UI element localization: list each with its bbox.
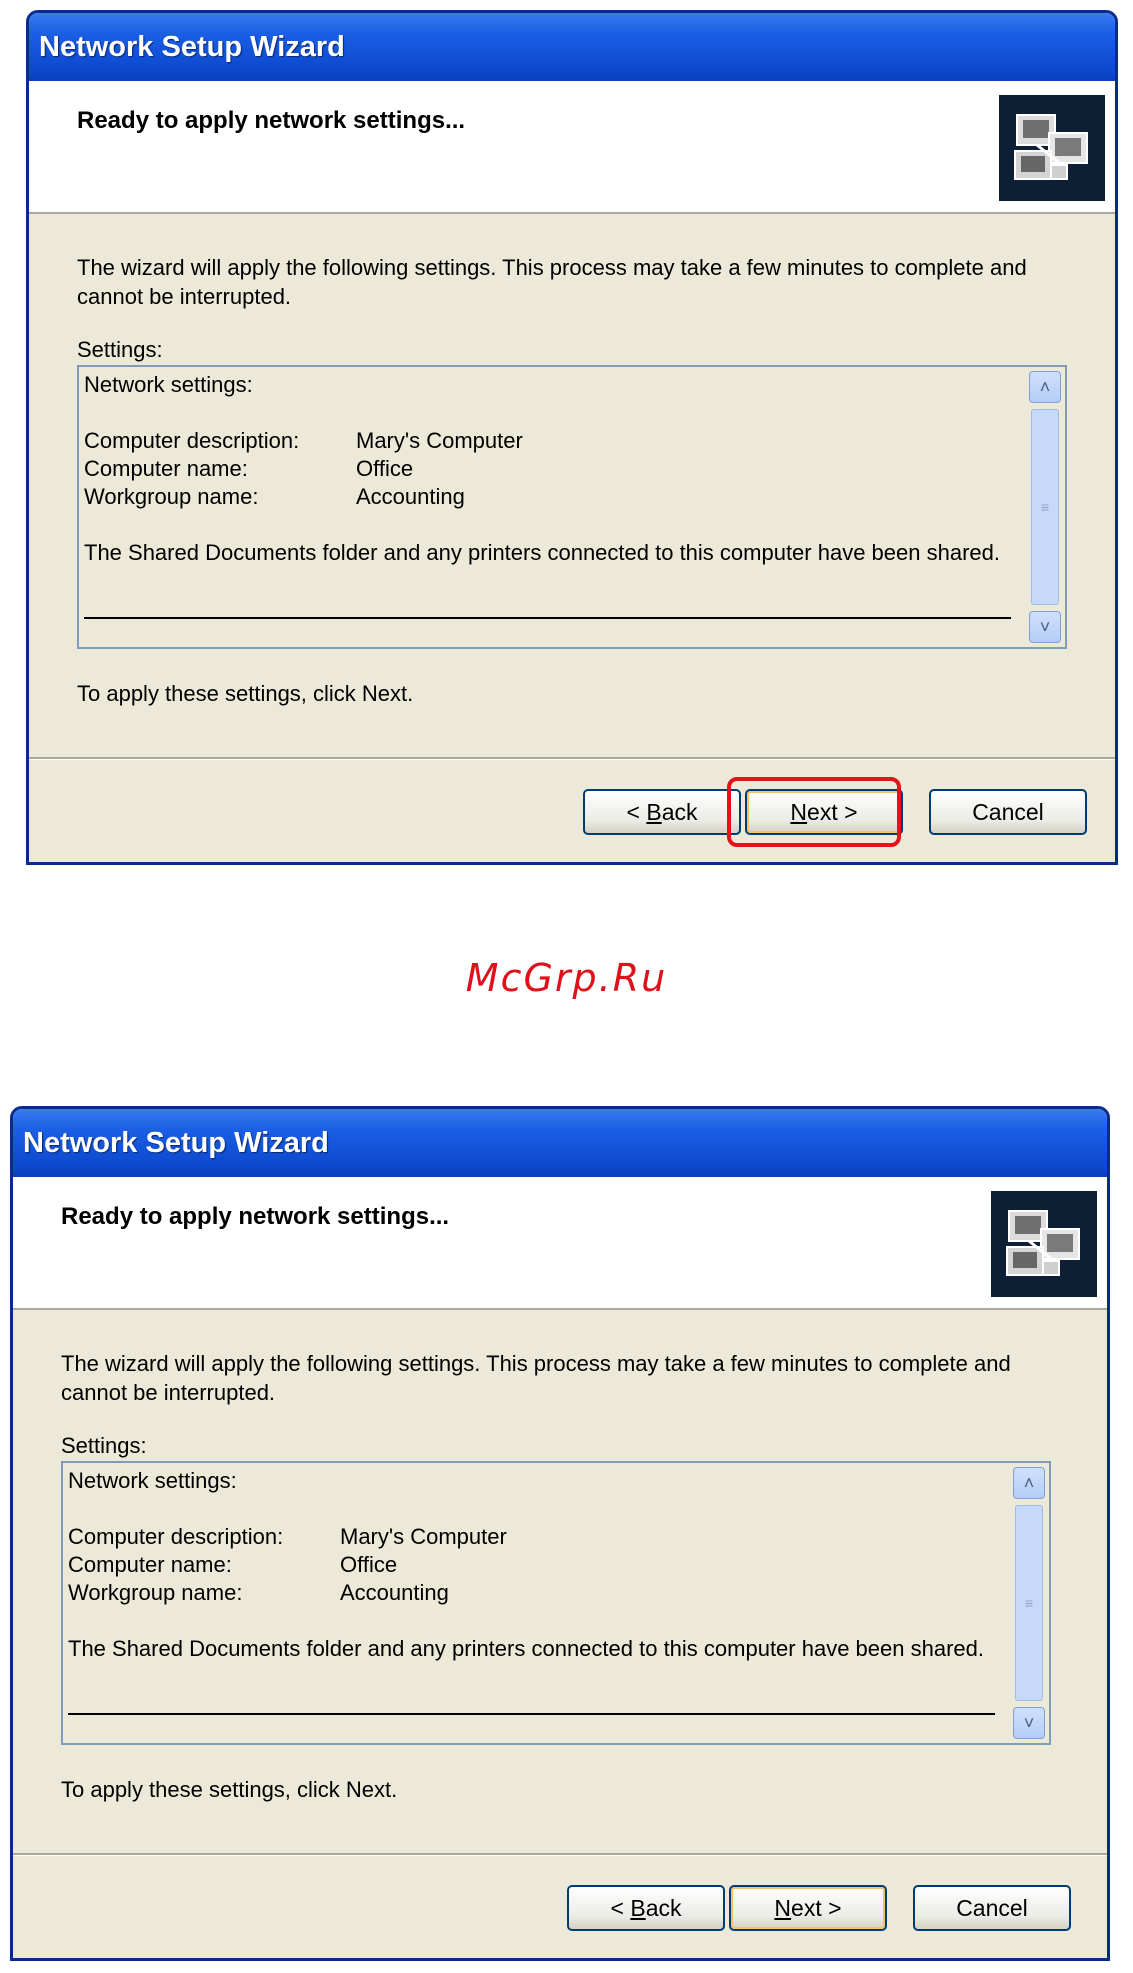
footer-divider [13,1853,1107,1855]
back-button[interactable]: < Back [583,789,741,835]
vertical-scrollbar[interactable]: ˄ ≡ ˅ [1029,371,1061,643]
separator-line [68,1713,995,1715]
settings-textbox[interactable]: Network settings: Computer description: … [61,1461,1051,1745]
cancel-button[interactable]: Cancel [929,789,1087,835]
page-heading: Ready to apply network settings... [77,107,466,134]
next-button[interactable]: Next > [745,789,903,835]
cancel-button[interactable]: Cancel [913,1885,1071,1931]
setting-key: Workgroup name: [68,1580,243,1605]
back-prefix: < [610,1895,631,1921]
settings-row: Workgroup name: Accounting [84,483,1009,511]
network-settings-title: Network settings: [84,372,253,397]
next-accel: N [790,799,808,825]
settings-label: Settings: [77,337,163,362]
settings-row: Computer name: Office [84,455,1009,483]
apply-instruction: To apply these settings, click Next. [61,1777,398,1802]
back-accel: B [646,799,662,825]
settings-row: Computer description: Mary's Computer [84,427,1009,455]
next-accel: N [774,1895,792,1921]
setting-key: Computer description: [68,1524,284,1549]
shared-note: The Shared Documents folder and any prin… [84,540,1000,565]
setting-key: Workgroup name: [84,484,259,509]
next-button[interactable]: Next > [729,1885,887,1931]
title-bar[interactable]: Network Setup Wizard [13,1109,1107,1177]
setting-value: Mary's Computer [356,428,523,453]
settings-textbox[interactable]: Network settings: Computer description: … [77,365,1067,649]
setting-value: Office [356,456,414,481]
back-rest: ack [645,1895,682,1921]
setting-key: Computer name: [68,1552,232,1577]
separator-line [84,617,1011,619]
network-computers-icon [999,95,1105,201]
chevron-down-icon[interactable]: ˅ [1029,611,1061,643]
settings-row: Computer description: Mary's Computer [68,1523,993,1551]
setting-value: Office [340,1552,398,1577]
scroll-thumb[interactable]: ≡ [1031,409,1059,605]
scroll-thumb[interactable]: ≡ [1015,1505,1043,1701]
back-rest: ack [661,799,698,825]
settings-content: Network settings: Computer description: … [68,1467,993,1663]
settings-row: Workgroup name: Accounting [68,1579,993,1607]
setting-key: Computer name: [84,456,248,481]
settings-content: Network settings: Computer description: … [84,371,1009,567]
back-accel: B [630,1895,646,1921]
next-rest: ext > [807,799,858,825]
wizard-dialog-2: Network Setup Wizard Ready to apply netw… [10,1106,1110,1961]
network-settings-title: Network settings: [68,1468,237,1493]
chevron-up-icon[interactable]: ˄ [1013,1467,1045,1499]
settings-row: Computer name: Office [68,1551,993,1579]
chevron-up-icon[interactable]: ˄ [1029,371,1061,403]
back-prefix: < [626,799,647,825]
setting-value: Accounting [340,1580,449,1605]
setting-key: Computer description: [84,428,300,453]
title-bar[interactable]: Network Setup Wizard [29,13,1115,81]
wizard-header: Ready to apply network settings... [13,1177,1107,1310]
setting-value: Accounting [356,484,465,509]
network-computers-icon [991,1191,1097,1297]
next-rest: ext > [791,1895,842,1921]
wizard-header: Ready to apply network settings... [29,81,1115,214]
wizard-dialog-1: Network Setup Wizard Ready to apply netw… [26,10,1118,865]
settings-label: Settings: [61,1433,147,1458]
vertical-scrollbar[interactable]: ˄ ≡ ˅ [1013,1467,1045,1739]
page-heading: Ready to apply network settings... [61,1203,450,1230]
apply-instruction: To apply these settings, click Next. [77,681,414,706]
chevron-down-icon[interactable]: ˅ [1013,1707,1045,1739]
intro-text: The wizard will apply the following sett… [61,1351,1011,1405]
setting-value: Mary's Computer [340,1524,507,1549]
shared-note: The Shared Documents folder and any prin… [68,1636,984,1661]
intro-text: The wizard will apply the following sett… [77,255,1027,309]
back-button[interactable]: < Back [567,1885,725,1931]
watermark: McGrp.Ru [465,956,668,1000]
footer-divider [29,757,1115,759]
